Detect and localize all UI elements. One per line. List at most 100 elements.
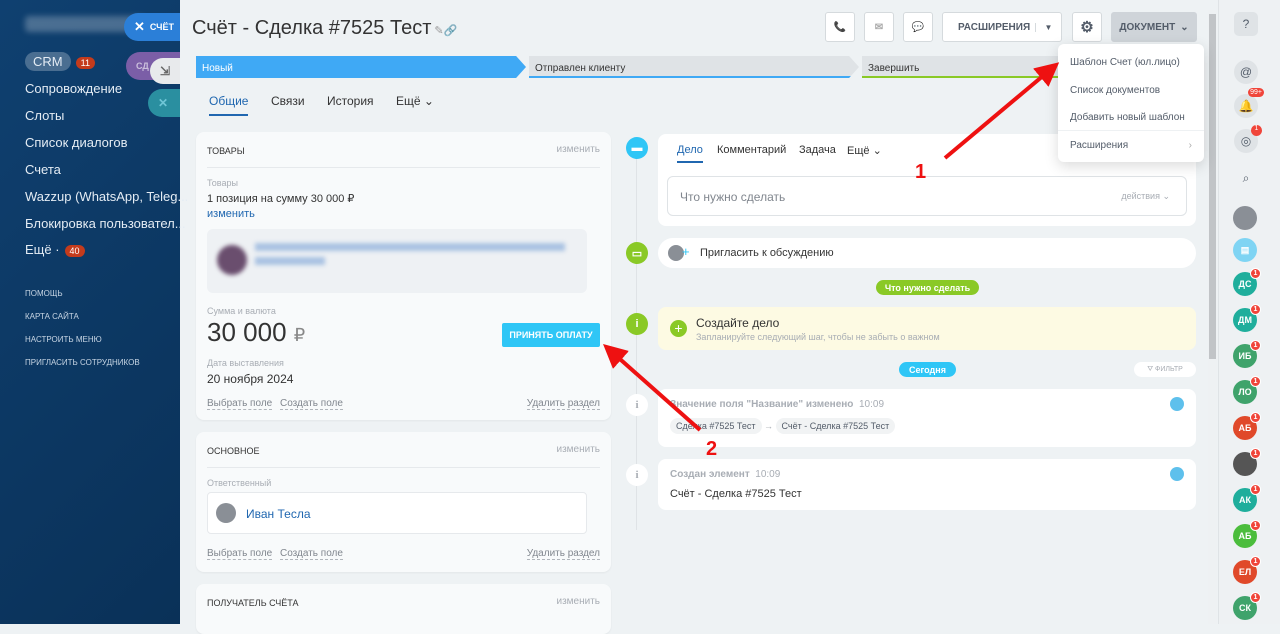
sidebar-item[interactable]: Слоты (25, 108, 64, 123)
edit-link[interactable]: изменить (556, 144, 600, 155)
tab-history[interactable]: История (327, 94, 374, 108)
todo-pill: Что нужно сделать (876, 280, 979, 295)
scrollbar-thumb[interactable] (1209, 14, 1216, 359)
tab-more[interactable]: Ещё ⌄ (847, 144, 882, 157)
bell-icon[interactable]: 🔔 99+ (1234, 88, 1264, 118)
avatar-initials: ЕЛ (1238, 567, 1252, 577)
responsible-name[interactable]: Иван Тесла (246, 507, 311, 521)
chat-icon[interactable]: 💬 (903, 12, 933, 42)
close-slider-button[interactable]: ✕ СЧЁТ (124, 13, 180, 41)
avatar (216, 503, 236, 523)
contact-avatar[interactable]: АБ 1 (1233, 520, 1261, 548)
search-icon[interactable]: ⌕ (1234, 166, 1258, 190)
invoice-date: 20 ноября 2024 (207, 372, 294, 386)
crm-label: CRM (25, 52, 71, 71)
sidebar-item[interactable]: Счета (25, 162, 61, 177)
chat-group-avatar[interactable]: ▤ (1233, 238, 1257, 262)
contact-avatar[interactable]: ДС 1 (1233, 268, 1261, 296)
avatar-initials: АБ (1238, 423, 1252, 433)
tab-links[interactable]: Связи (271, 94, 305, 108)
contact-avatar[interactable]: АК 1 (1233, 484, 1261, 512)
stage-finish[interactable]: Завершить (862, 56, 1062, 78)
sidebar-item[interactable]: Сопровождение (25, 81, 122, 96)
select-field-link[interactable]: Выбрать поле (207, 548, 273, 560)
tab-more[interactable]: Ещё ⌄ (396, 94, 434, 108)
contact-avatar[interactable]: ЕЛ 1 (1233, 556, 1261, 584)
create-field-link[interactable]: Создать поле (280, 548, 343, 560)
sitemap-link[interactable]: Карта сайта (25, 312, 79, 321)
menu-item-document-list[interactable]: Список документов (1070, 85, 1160, 96)
product-name-blurred (255, 243, 565, 251)
stage-sent[interactable]: Отправлен клиенту (529, 56, 859, 78)
tab-more-label: Ещё (847, 145, 870, 157)
contact-avatar[interactable]: СК 1 (1233, 592, 1261, 620)
accept-payment-button[interactable]: ПРИНЯТЬ ОПЛАТУ (502, 323, 600, 347)
mail-icon[interactable]: ✉ (864, 12, 894, 42)
close-icon[interactable]: ✕ (148, 89, 180, 117)
plus-icon: + (682, 244, 690, 259)
contact-avatar[interactable]: ДМ 1 (1233, 304, 1261, 332)
configure-menu-link[interactable]: Настроить меню (25, 335, 102, 344)
sum-value: 30 000 ₽ (207, 317, 305, 348)
open-lines-icon[interactable]: @ (1234, 60, 1258, 84)
invite-discussion[interactable]: + Пригласить к обсуждению (658, 238, 1196, 268)
chevron-right-icon: › (1188, 140, 1192, 151)
sum-amount: 30 000 (207, 317, 287, 347)
scrollbar[interactable] (1208, 10, 1217, 624)
minimize-icon[interactable]: ⇲ (150, 58, 180, 84)
tab-activity[interactable]: Дело (677, 144, 703, 163)
help-link[interactable]: Помощь (25, 289, 63, 298)
sidebar-item-more[interactable]: Ещё · 40 (25, 242, 85, 257)
sidebar-item-crm[interactable]: CRM 11 (25, 52, 95, 71)
delete-section-link[interactable]: Удалить раздел (526, 548, 600, 560)
document-button[interactable]: ДОКУМЕНТ ⌄ (1111, 12, 1197, 42)
delete-section-link[interactable]: Удалить раздел (526, 398, 600, 410)
avatar[interactable] (1233, 206, 1257, 230)
chevron-down-icon: ⌄ (423, 94, 434, 108)
stage-new[interactable]: Новый (196, 56, 526, 78)
sidebar-item[interactable]: Wazzup (WhatsApp, Teleg... (25, 189, 188, 204)
unread-badge: 1 (1250, 412, 1261, 423)
select-field-link[interactable]: Выбрать поле (207, 398, 273, 410)
contact-avatar[interactable]: 1 (1233, 448, 1261, 476)
chat-icon[interactable]: ◎ 1 (1234, 125, 1262, 153)
close-label: СЧЁТ (149, 22, 175, 32)
edit-pencil-icon[interactable]: ✎🔗 (431, 25, 457, 37)
product-item[interactable] (207, 229, 587, 293)
chevron-down-icon[interactable]: ▼ (1035, 22, 1061, 32)
edit-link[interactable]: изменить (556, 444, 600, 455)
menu-item-extensions[interactable]: Расширения › (1070, 140, 1192, 151)
unread-badge: 1 (1250, 556, 1261, 567)
tab-comment[interactable]: Комментарий (717, 144, 786, 156)
actions-dropdown[interactable]: действия ⌄ (1121, 191, 1170, 202)
actions-label: действия (1121, 191, 1160, 201)
extensions-button[interactable]: РАСШИРЕНИЯ ▼ (942, 12, 1062, 42)
activity-input[interactable]: Что нужно сделать действия ⌄ (667, 176, 1187, 216)
plus-icon[interactable]: + (670, 320, 687, 337)
gear-icon[interactable]: ⚙ (1072, 12, 1102, 42)
history-change: Сделка #7525 Тест → Счёт - Сделка #7525 … (670, 418, 896, 434)
contact-avatar[interactable]: АБ 1 (1233, 412, 1261, 440)
tab-general[interactable]: Общие (209, 94, 249, 116)
history-title: Создан элемент 10:09 (670, 469, 780, 480)
sidebar-item[interactable]: Блокировка пользовател... (25, 216, 186, 231)
filter-icon: ⛛ (1147, 365, 1156, 373)
menu-item-invoice-template[interactable]: Шаблон Счет (юл.лицо) (1070, 57, 1180, 68)
phone-icon[interactable]: 📞 (825, 12, 855, 42)
contact-avatar[interactable]: ЛО 1 (1233, 376, 1261, 404)
change-goods-link[interactable]: изменить (207, 208, 255, 220)
edit-link[interactable]: изменить (556, 596, 600, 607)
tab-task[interactable]: Задача (799, 144, 836, 156)
create-field-link[interactable]: Создать поле (280, 398, 343, 410)
menu-item-add-template[interactable]: Добавить новый шаблон (1070, 112, 1185, 123)
help-icon[interactable]: ? (1234, 12, 1258, 36)
filter-button[interactable]: ⛛ ФИЛЬТР (1134, 362, 1196, 377)
card-heading: ОСНОВНОЕ (207, 446, 260, 456)
sidebar-item[interactable]: Список диалогов (25, 135, 128, 150)
invite-link[interactable]: Пригласить сотрудников (25, 358, 140, 367)
contact-avatar[interactable]: ИБ 1 (1233, 340, 1261, 368)
avatar-initials: АБ (1238, 531, 1252, 541)
create-task-card[interactable]: + Создайте дело Запланируйте следующий ш… (658, 307, 1196, 350)
avatar-initials: СК (1239, 603, 1251, 613)
responsible-field[interactable]: Иван Тесла (207, 492, 587, 534)
